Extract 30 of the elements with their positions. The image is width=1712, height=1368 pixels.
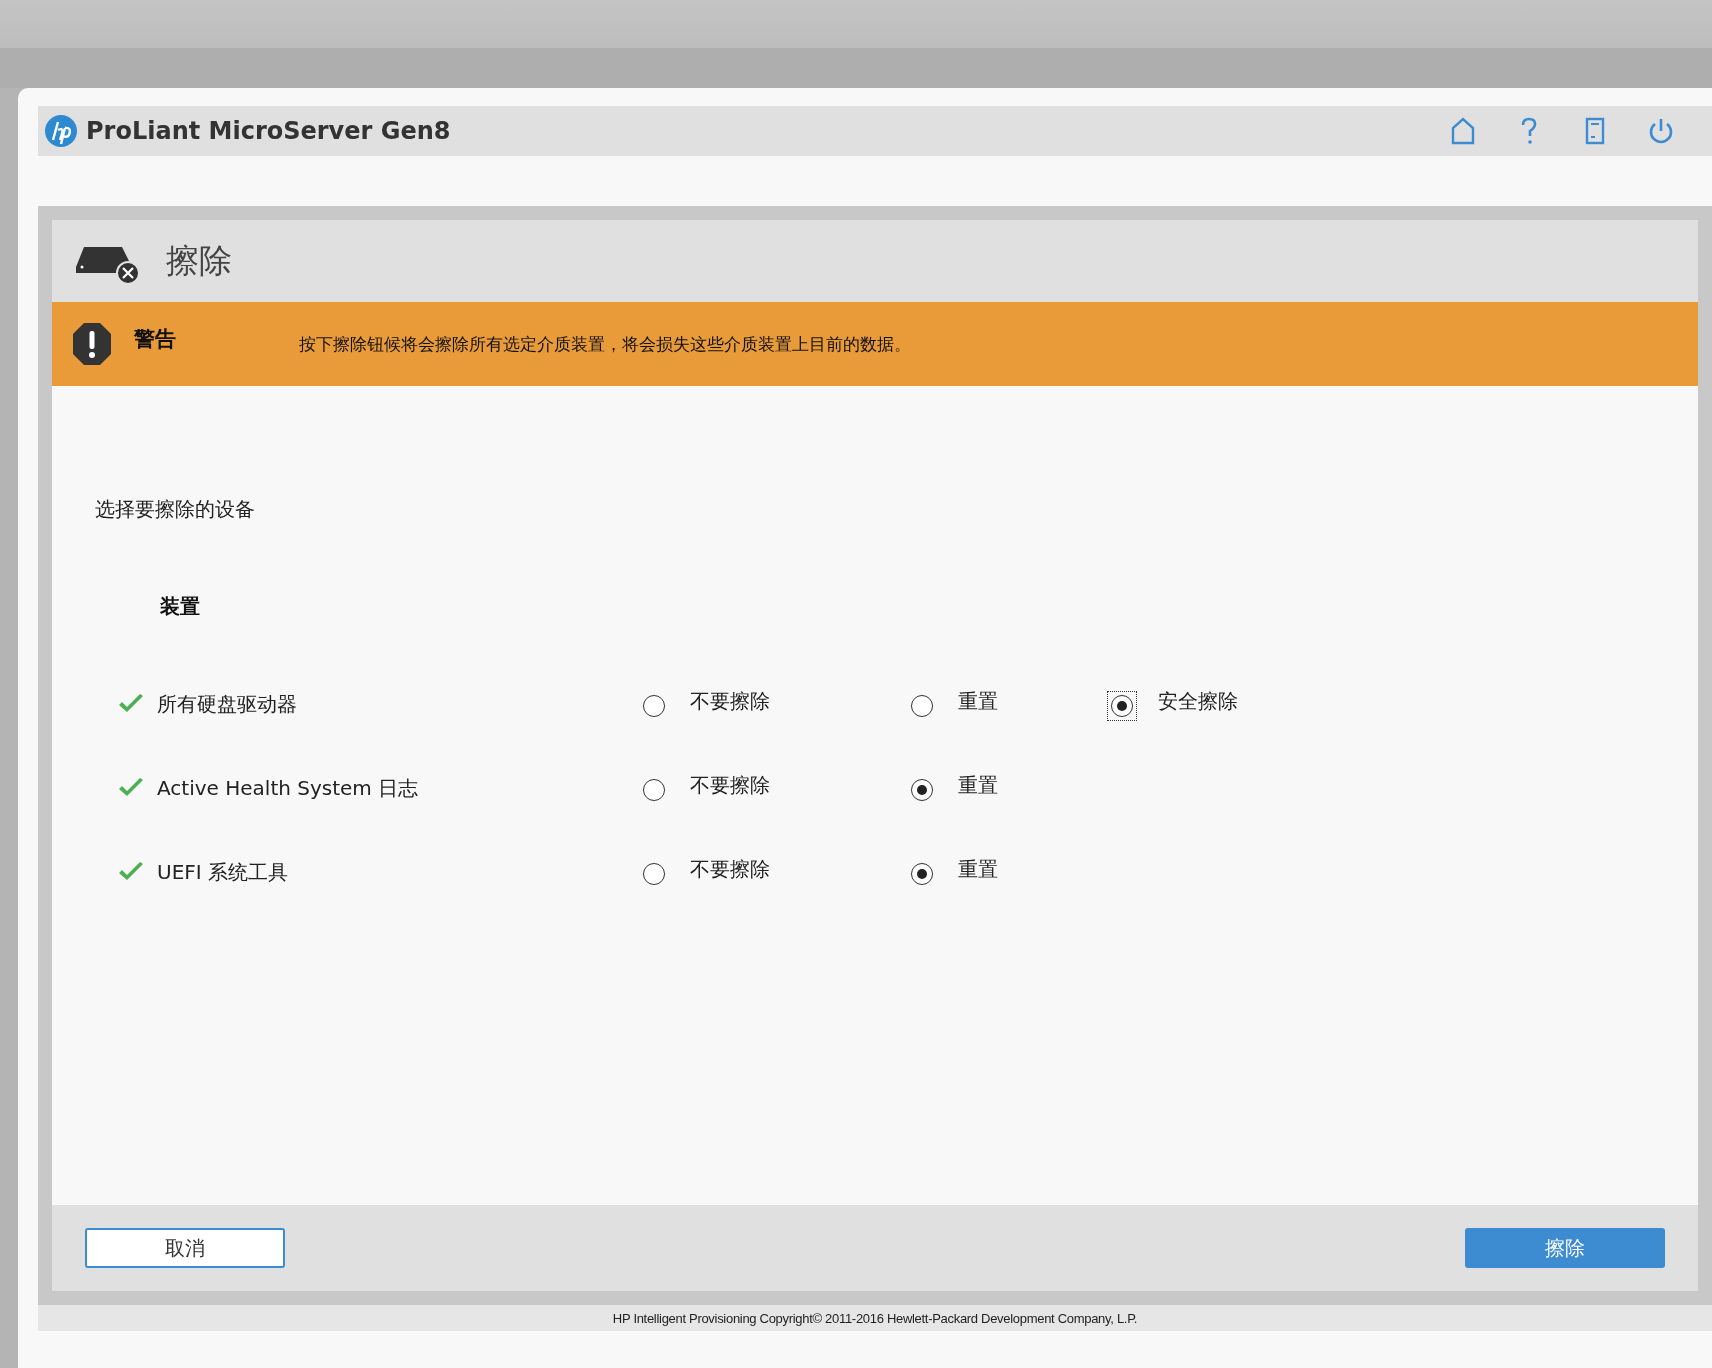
option-label: 重置 <box>958 771 998 799</box>
radio-button[interactable] <box>911 778 933 801</box>
app-title: ProLiant MicroServer Gen8 <box>86 117 452 145</box>
cancel-button[interactable]: 取消 <box>85 1228 285 1268</box>
warning-icon <box>72 322 112 366</box>
logo-icon <box>44 114 78 148</box>
prompt-text: 选择要擦除的设备 <box>95 496 256 523</box>
warning-text: 按下擦除钮候将会擦除所有选定介质装置，将会损失这些介质装置上目前的数据。 <box>299 332 911 356</box>
checkmark-icon <box>117 693 145 715</box>
checkmark-icon <box>117 861 145 883</box>
column-heading: 装置 <box>160 593 201 620</box>
radio-button[interactable] <box>911 694 933 717</box>
device-label: 所有硬盘驱动器 <box>157 690 298 718</box>
radio-button[interactable] <box>643 862 665 885</box>
radio-button[interactable] <box>911 862 933 885</box>
erase-button[interactable]: 擦除 <box>1465 1228 1665 1268</box>
checkmark-icon <box>117 777 145 799</box>
warning-label: 警告 <box>134 326 177 353</box>
device-label: UEFI 系统工具 <box>157 858 290 886</box>
option-label: 重置 <box>958 687 998 715</box>
option-label: 不要擦除 <box>690 687 770 715</box>
device-label: Active Health System 日志 <box>157 774 420 802</box>
radio-button[interactable] <box>643 694 665 717</box>
option-label: 不要擦除 <box>690 771 770 799</box>
radio-button[interactable] <box>643 778 665 801</box>
option-label: 安全擦除 <box>1158 687 1238 715</box>
section-title: 擦除 <box>166 239 232 282</box>
copyright-text: HP Intelligent Provisioning Copyright© 2011-2016 Hewlett-Packard Development Company, L.P. <box>38 1305 1712 1331</box>
option-label: 重置 <box>958 855 998 883</box>
option-label: 不要擦除 <box>690 855 770 883</box>
